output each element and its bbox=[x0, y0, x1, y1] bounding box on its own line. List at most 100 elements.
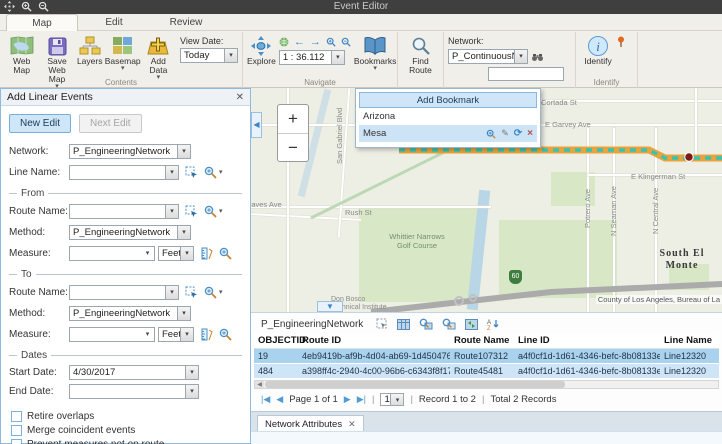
map-zoom-in-button[interactable]: + bbox=[278, 105, 308, 134]
close-icon[interactable]: ✕ bbox=[236, 92, 244, 103]
retire-overlaps-checkbox[interactable] bbox=[11, 411, 22, 422]
close-icon[interactable]: ✕ bbox=[348, 419, 356, 430]
zoom-measure-icon[interactable] bbox=[219, 328, 232, 341]
next-page-icon[interactable]: ▶ bbox=[344, 394, 351, 405]
tab-network-attributes[interactable]: Network Attributes ✕ bbox=[257, 415, 364, 432]
web-map-button[interactable]: Web Map bbox=[4, 34, 39, 75]
pan-to-selection-icon[interactable] bbox=[442, 318, 456, 330]
end-date-input[interactable]: ▾ bbox=[69, 384, 199, 399]
scrollbar-thumb[interactable] bbox=[265, 381, 565, 388]
tab-review[interactable]: Review bbox=[150, 14, 222, 31]
col-objectid[interactable]: OBJECTID bbox=[254, 333, 298, 349]
chevron-down-icon: ▾ bbox=[185, 366, 198, 379]
zoom-in-icon[interactable] bbox=[326, 37, 336, 47]
binoculars-icon[interactable] bbox=[531, 51, 544, 62]
add-bookmark-button[interactable]: Add Bookmark bbox=[359, 92, 537, 108]
from-method-select[interactable]: P_EngineeringNetwork ▾ bbox=[69, 225, 191, 240]
from-route-name-select[interactable]: ▾ bbox=[69, 204, 179, 219]
chevron-down-icon: ▾ bbox=[185, 385, 198, 398]
layers-button[interactable]: Layers bbox=[75, 34, 105, 66]
merge-coincident-checkbox[interactable] bbox=[11, 425, 22, 436]
line-name-select[interactable]: ▾ bbox=[69, 165, 179, 180]
add-data-button[interactable]: Add Data ▾ bbox=[141, 34, 176, 80]
next-edit-button[interactable]: Next Edit bbox=[79, 114, 142, 133]
prev-page-icon[interactable]: ◀ bbox=[276, 394, 283, 405]
group-contents: Web Map Save Web Map ▾ Layers Basemap ▾ bbox=[0, 32, 243, 88]
identify-icon: i bbox=[587, 35, 609, 57]
chevron-down-icon: ▾ bbox=[121, 66, 125, 71]
collapse-table-button[interactable]: ▼ bbox=[317, 301, 343, 312]
pushpin-icon[interactable] bbox=[616, 36, 626, 48]
page-select[interactable]: 1 ▾ bbox=[380, 393, 404, 406]
table-options-icon[interactable] bbox=[397, 319, 410, 330]
select-on-map-icon[interactable] bbox=[185, 286, 198, 299]
previous-extent-globe-icon[interactable] bbox=[279, 37, 289, 47]
last-page-icon[interactable]: ▶| bbox=[357, 394, 366, 405]
network-select[interactable]: P_ContinuousNetwork ▾ bbox=[448, 49, 528, 64]
to-route-name-select[interactable]: ▾ bbox=[69, 285, 179, 300]
record-range-text: Record 1 to 2 bbox=[419, 394, 476, 405]
ruler-icon[interactable] bbox=[200, 247, 213, 260]
zoom-select-icon[interactable]: ▾ bbox=[204, 166, 223, 179]
switch-selection-icon[interactable] bbox=[465, 319, 478, 330]
zoom-to-selection-icon[interactable] bbox=[419, 318, 433, 330]
col-line-name[interactable]: Line Name bbox=[660, 333, 719, 349]
view-date-select[interactable]: Today ▾ bbox=[180, 48, 238, 63]
zoom-select-icon[interactable]: ▾ bbox=[204, 205, 223, 218]
to-unit-select[interactable]: Feet ▾ bbox=[158, 327, 194, 342]
explore-button[interactable]: Explore bbox=[247, 34, 276, 66]
bookmark-item-arizona[interactable]: Arizona bbox=[359, 108, 537, 125]
select-on-map-icon[interactable] bbox=[185, 166, 198, 179]
prevent-measures-checkbox[interactable] bbox=[11, 439, 22, 444]
col-route-name[interactable]: Route Name bbox=[450, 333, 514, 349]
chevron-down-icon: ▾ bbox=[390, 394, 403, 405]
tab-map[interactable]: Map bbox=[6, 14, 78, 31]
forward-arrow-icon[interactable]: → bbox=[310, 37, 321, 47]
bookmark-delete-icon[interactable]: × bbox=[527, 128, 533, 139]
zoom-select-icon[interactable]: ▾ bbox=[204, 286, 223, 299]
horizontal-scrollbar[interactable]: ◀ bbox=[254, 380, 719, 389]
bookmark-zoom-icon[interactable] bbox=[486, 129, 496, 139]
sort-icon[interactable]: AZ bbox=[487, 318, 499, 330]
explore-icon bbox=[249, 35, 273, 57]
find-route-button[interactable]: Find Route bbox=[402, 34, 439, 75]
back-arrow-icon[interactable]: ← bbox=[294, 37, 305, 47]
find-route-icon bbox=[411, 35, 431, 57]
bookmark-item-mesa[interactable]: Mesa ✎ ⟳ × bbox=[359, 125, 537, 142]
bookmark-refresh-icon[interactable]: ⟳ bbox=[514, 128, 522, 139]
from-measure-input[interactable]: ▾ bbox=[69, 246, 155, 261]
zoom-measure-icon[interactable] bbox=[219, 247, 232, 260]
measure-label: Measure: bbox=[9, 248, 69, 259]
network-select[interactable]: P_EngineeringNetwork ▾ bbox=[69, 144, 191, 159]
map-canvas[interactable]: Del Mar Ave San Gabriel Blvd Graves Ave … bbox=[251, 88, 722, 312]
zoom-out-icon[interactable] bbox=[341, 37, 351, 47]
select-on-map-icon[interactable] bbox=[185, 205, 198, 218]
network-value-input[interactable] bbox=[488, 67, 564, 81]
table-row[interactable]: 484 a398ff4c-2940-4c00-96b6-c6343f8f1711… bbox=[254, 364, 719, 379]
to-measure-input[interactable]: ▾ bbox=[69, 327, 155, 342]
col-route-id[interactable]: Route ID bbox=[298, 333, 450, 349]
to-method-select[interactable]: P_EngineeringNetwork ▾ bbox=[69, 306, 191, 321]
save-icon bbox=[48, 35, 67, 57]
identify-button[interactable]: i Identify bbox=[580, 34, 616, 66]
ruler-icon[interactable] bbox=[200, 328, 213, 341]
bookmark-edit-icon[interactable]: ✎ bbox=[501, 128, 509, 139]
selection-options-icon[interactable] bbox=[376, 318, 388, 330]
bookmarks-button[interactable]: Bookmarks ▾ bbox=[354, 34, 397, 71]
basemap-button[interactable]: Basemap ▾ bbox=[105, 34, 141, 71]
tab-edit[interactable]: Edit bbox=[78, 14, 150, 31]
collapse-panel-left-button[interactable]: ◀ bbox=[251, 112, 262, 138]
map-zoom-out-button[interactable]: − bbox=[278, 134, 308, 162]
from-unit-select[interactable]: Feet ▾ bbox=[158, 246, 194, 261]
scroll-left-arrow[interactable]: ◀ bbox=[255, 381, 264, 388]
chevron-down-icon: ▾ bbox=[165, 205, 178, 218]
new-edit-button[interactable]: New Edit bbox=[9, 114, 71, 133]
table-source-label: P_EngineeringNetwork bbox=[261, 319, 363, 330]
method-label: Method: bbox=[9, 227, 69, 238]
col-line-id[interactable]: Line ID bbox=[514, 333, 660, 349]
start-date-input[interactable]: 4/30/2017 ▾ bbox=[69, 365, 199, 380]
table-row[interactable]: 19 4eb9419b-af9b-4d04-ab69-1d450476802b … bbox=[254, 349, 719, 364]
bookmarks-popup: Add Bookmark Arizona Mesa ✎ ⟳ × bbox=[355, 88, 541, 148]
first-page-icon[interactable]: |◀ bbox=[261, 394, 270, 405]
scale-select[interactable]: 1 : 36.112 ▾ bbox=[279, 50, 345, 65]
